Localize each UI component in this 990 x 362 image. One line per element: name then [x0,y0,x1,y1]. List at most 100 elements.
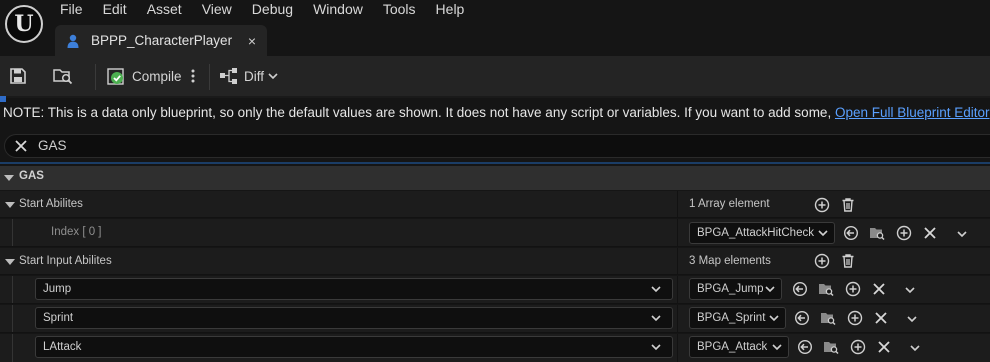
insert-element-icon[interactable] [896,225,912,241]
browse-folder-icon [53,69,73,85]
array-count: 1 Array element [689,198,770,210]
element-options-chevron-icon[interactable] [904,311,920,327]
save-button[interactable] [8,65,28,87]
map-key-value: Sprint [43,312,74,324]
clear-element-icon[interactable] [871,281,887,297]
chevron-down-icon [268,73,278,80]
delete-all-icon[interactable] [840,253,856,269]
expand-arrow-icon[interactable] [5,202,15,208]
menu-edit[interactable]: Edit [93,0,137,20]
toolbar: Compile Diff [0,56,990,96]
column-divider [677,305,678,332]
menu-help[interactable]: Help [426,0,475,20]
menu-file[interactable]: File [50,0,93,20]
clear-element-icon[interactable] [876,339,892,355]
tab-close-icon[interactable]: × [243,33,261,49]
search-underline [0,162,990,164]
map-key-combo[interactable]: Jump [35,278,673,300]
start-abilities-row: Start Abilites 1 Array element [0,191,990,218]
clear-element-icon[interactable] [873,310,889,326]
chevron-down-icon [772,344,782,351]
menu-bar: File Edit Asset View Debug Window Tools … [50,0,474,20]
map-count: 3 Map elements [689,255,771,267]
menu-view[interactable]: View [192,0,242,20]
ability-class-combo[interactable]: BPGA_Jump [689,278,782,300]
map-element-row: Jump BPGA_Jump [0,276,990,304]
use-selected-asset-icon[interactable] [797,339,813,355]
ability-class-value: BPGA_Sprint [697,312,766,324]
array-element-row: Index [ 0 ] BPGA_AttackHitCheck [0,219,990,247]
more-vertical-icon [191,69,195,83]
title-bar: U File Edit Asset View Debug Window Tool… [0,0,990,56]
menu-tools[interactable]: Tools [373,0,426,20]
menu-window[interactable]: Window [303,0,373,20]
browse-asset-icon[interactable] [869,225,885,241]
insert-element-icon[interactable] [845,281,861,297]
blueprint-person-icon [67,34,79,48]
nest-guide-line [12,219,13,246]
add-element-icon[interactable] [814,197,830,213]
category-label: GAS [19,170,44,182]
diff-icon [220,68,237,84]
save-icon [10,68,26,84]
menu-asset[interactable]: Asset [137,0,192,20]
use-selected-asset-icon[interactable] [794,310,810,326]
ability-class-value: BPGA_AttackHitCheck [697,227,814,239]
expand-arrow-icon[interactable] [5,259,15,265]
ability-class-value: BPGA_Jump [697,283,764,295]
compile-success-icon [107,68,124,85]
ability-class-combo[interactable]: BPGA_AttackHitCheck [689,222,835,244]
compile-label: Compile [132,68,182,84]
column-divider [677,248,678,274]
browse-asset-icon[interactable] [823,339,839,355]
use-selected-asset-icon[interactable] [792,281,808,297]
element-options-chevron-icon[interactable] [954,226,970,242]
column-divider [677,334,678,362]
browse-button[interactable] [52,65,74,87]
nest-guide-line [12,276,13,303]
open-full-blueprint-editor-link[interactable]: Open Full Blueprint Editor [835,105,990,120]
start-input-abilities-label: Start Input Abilites [19,255,112,267]
insert-element-icon[interactable] [850,339,866,355]
logo-glyph: U [14,11,34,37]
ability-class-combo[interactable]: BPGA_Sprint [689,307,786,329]
map-key-combo[interactable]: LAttack [35,336,673,358]
element-options-chevron-icon[interactable] [907,340,923,356]
chevron-down-icon [769,315,779,322]
toolbar-separator [209,64,210,90]
insert-element-icon[interactable] [847,310,863,326]
diff-button[interactable]: Diff [219,65,279,87]
clear-search-icon[interactable] [13,138,29,154]
menu-debug[interactable]: Debug [242,0,303,20]
delete-all-icon[interactable] [840,197,856,213]
chevron-down-icon [651,315,661,322]
chevron-down-icon [765,286,775,293]
chevron-down-icon [651,286,661,293]
map-key-value: LAttack [43,341,82,353]
browse-asset-icon[interactable] [820,310,836,326]
tab-bppp-characterplayer[interactable]: BPPP_CharacterPlayer × [55,25,267,56]
clear-element-icon[interactable] [922,225,938,241]
map-key-value: Jump [43,283,72,295]
chevron-down-icon [651,344,661,351]
category-gas-header[interactable]: GAS [0,166,990,190]
browse-asset-icon[interactable] [818,281,834,297]
details-search-box[interactable]: GAS [4,134,990,158]
data-only-note: NOTE: This is a data only blueprint, so … [0,102,990,124]
note-text: NOTE: This is a data only blueprint, so … [3,105,835,120]
search-input[interactable]: GAS [38,137,67,155]
index-label: Index [ 0 ] [51,226,102,238]
expand-arrow-icon [4,175,14,181]
ability-class-combo[interactable]: BPGA_Attack [689,336,789,358]
column-divider [677,276,678,303]
ability-class-value: BPGA_Attack [697,341,768,353]
compile-button[interactable]: Compile [107,65,182,87]
element-options-chevron-icon[interactable] [902,282,918,298]
unreal-logo[interactable]: U [5,5,43,43]
diff-label: Diff [244,68,265,84]
add-element-icon[interactable] [814,253,830,269]
panel-top-border [0,96,990,98]
map-key-combo[interactable]: Sprint [35,307,673,329]
compile-options-button[interactable] [187,65,199,87]
use-selected-asset-icon[interactable] [843,225,859,241]
